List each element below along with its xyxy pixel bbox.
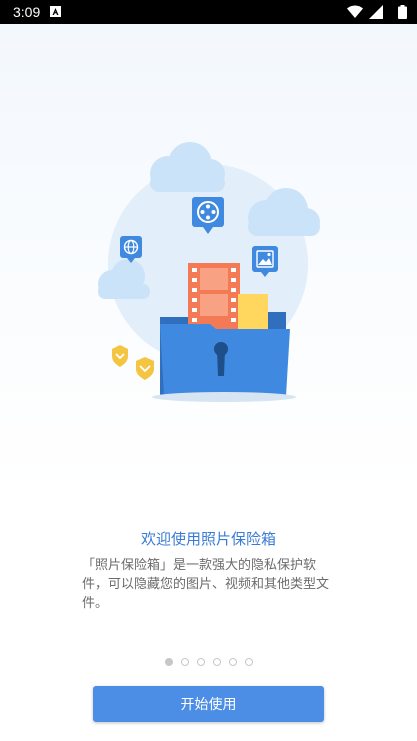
page-dot: [212, 658, 221, 666]
page-indicator: [0, 658, 417, 668]
page-dot: [244, 658, 253, 666]
signal-icon: [369, 5, 383, 19]
status-time: 3:09: [13, 4, 41, 20]
page-dot: [228, 658, 237, 666]
welcome-description: 「照片保险箱」是一款强大的隐私保护软件，可以隐藏您的图片、视频和其他类型文件。: [82, 558, 330, 611]
a-icon: [50, 6, 61, 17]
onboarding-page: 欢迎使用照片保险箱 「照片保险箱」是一款强大的隐私保护软件，可以隐藏您的图片、视…: [0, 24, 417, 741]
shield-icon: [112, 345, 154, 380]
page-dot: [196, 658, 205, 666]
status-bar: 3:09: [0, 0, 417, 24]
page-dot: [180, 658, 189, 666]
battery-icon: [398, 5, 407, 19]
filmstrip: [188, 263, 240, 333]
wifi-icon: [347, 5, 363, 18]
start-button[interactable]: 开始使用: [93, 686, 324, 722]
page-dot: [164, 658, 173, 666]
welcome-title: 欢迎使用照片保险箱: [140, 530, 276, 548]
vault-illustration: [98, 142, 320, 402]
